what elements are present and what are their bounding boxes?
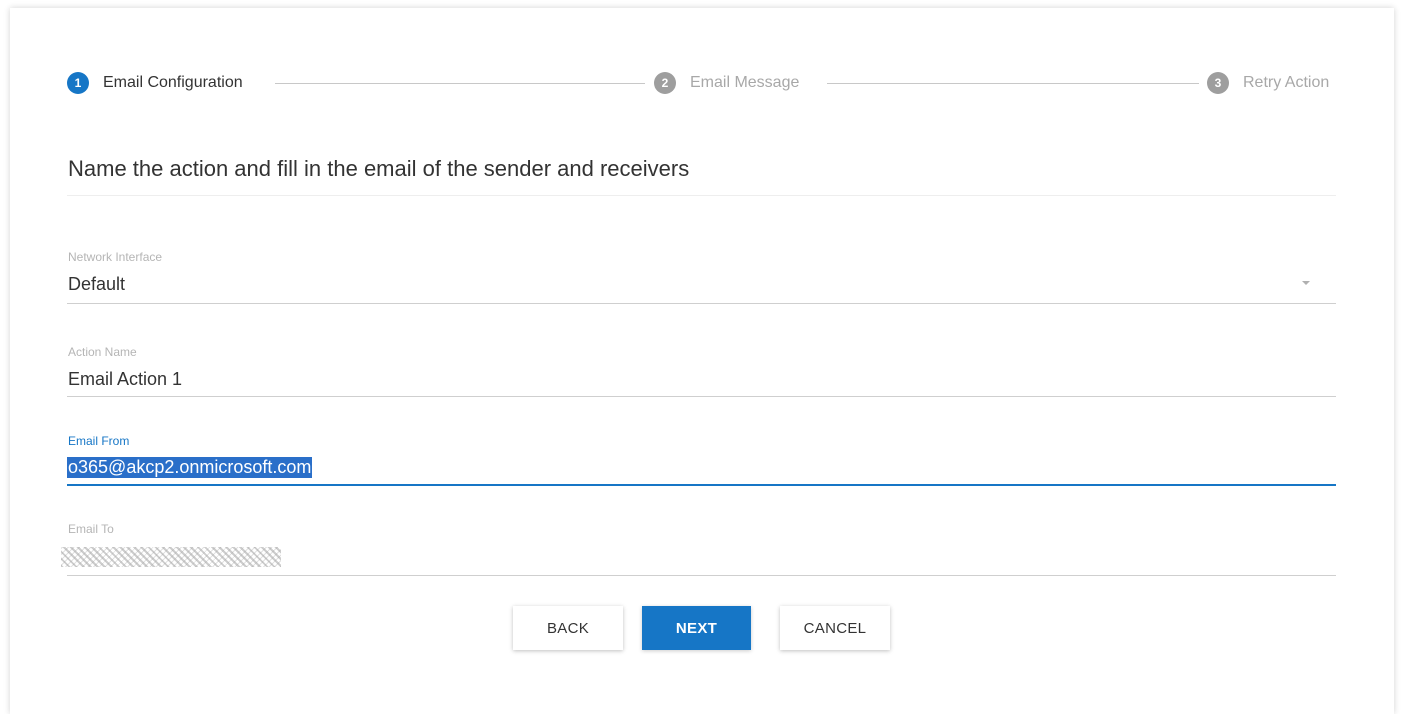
action-name-label: Action Name (68, 345, 137, 359)
step-retry-action[interactable]: 3 Retry Action (1207, 71, 1329, 95)
network-interface-value: Default (68, 274, 126, 294)
action-name-field[interactable]: Action Name Email Action 1 (67, 343, 1336, 401)
step-email-configuration[interactable]: 1 Email Configuration (67, 71, 243, 95)
action-name-value: Email Action 1 (68, 369, 183, 389)
divider (67, 195, 1336, 196)
step-connector (275, 83, 645, 84)
email-from-label: Email From (68, 434, 130, 448)
next-button[interactable]: NEXT (642, 606, 751, 650)
email-from-field[interactable]: Email From o365@akcp2.onmicrosoft.com (67, 432, 1336, 490)
chevron-down-icon[interactable] (1302, 281, 1310, 285)
redacted-email-value (61, 547, 281, 567)
step-label: Email Configuration (103, 74, 243, 91)
cancel-button[interactable]: CANCEL (780, 606, 890, 650)
field-underline-focused (67, 484, 1336, 486)
step-label: Email Message (690, 74, 800, 91)
back-button[interactable]: BACK (513, 606, 623, 650)
page-title: Name the action and fill in the email of… (68, 156, 690, 181)
email-to-label: Email To (68, 522, 114, 536)
email-action-wizard-card: 1 Email Configuration 2 Email Message 3 … (10, 8, 1394, 714)
wizard-stepper: 1 Email Configuration 2 Email Message 3 … (67, 71, 1342, 95)
field-underline (67, 303, 1336, 304)
email-to-field[interactable]: Email To (61, 520, 1336, 578)
step-number-badge: 1 (67, 72, 89, 94)
step-number-badge: 3 (1207, 72, 1229, 94)
step-number-badge: 2 (654, 72, 676, 94)
step-label: Retry Action (1243, 74, 1330, 91)
email-from-value: o365@akcp2.onmicrosoft.com (67, 457, 313, 478)
step-email-message[interactable]: 2 Email Message (654, 71, 799, 95)
step-connector (827, 83, 1199, 84)
network-interface-select[interactable]: Network Interface Default (67, 248, 1336, 306)
field-underline (67, 396, 1336, 397)
field-underline (67, 575, 1336, 576)
network-interface-label: Network Interface (68, 250, 163, 264)
